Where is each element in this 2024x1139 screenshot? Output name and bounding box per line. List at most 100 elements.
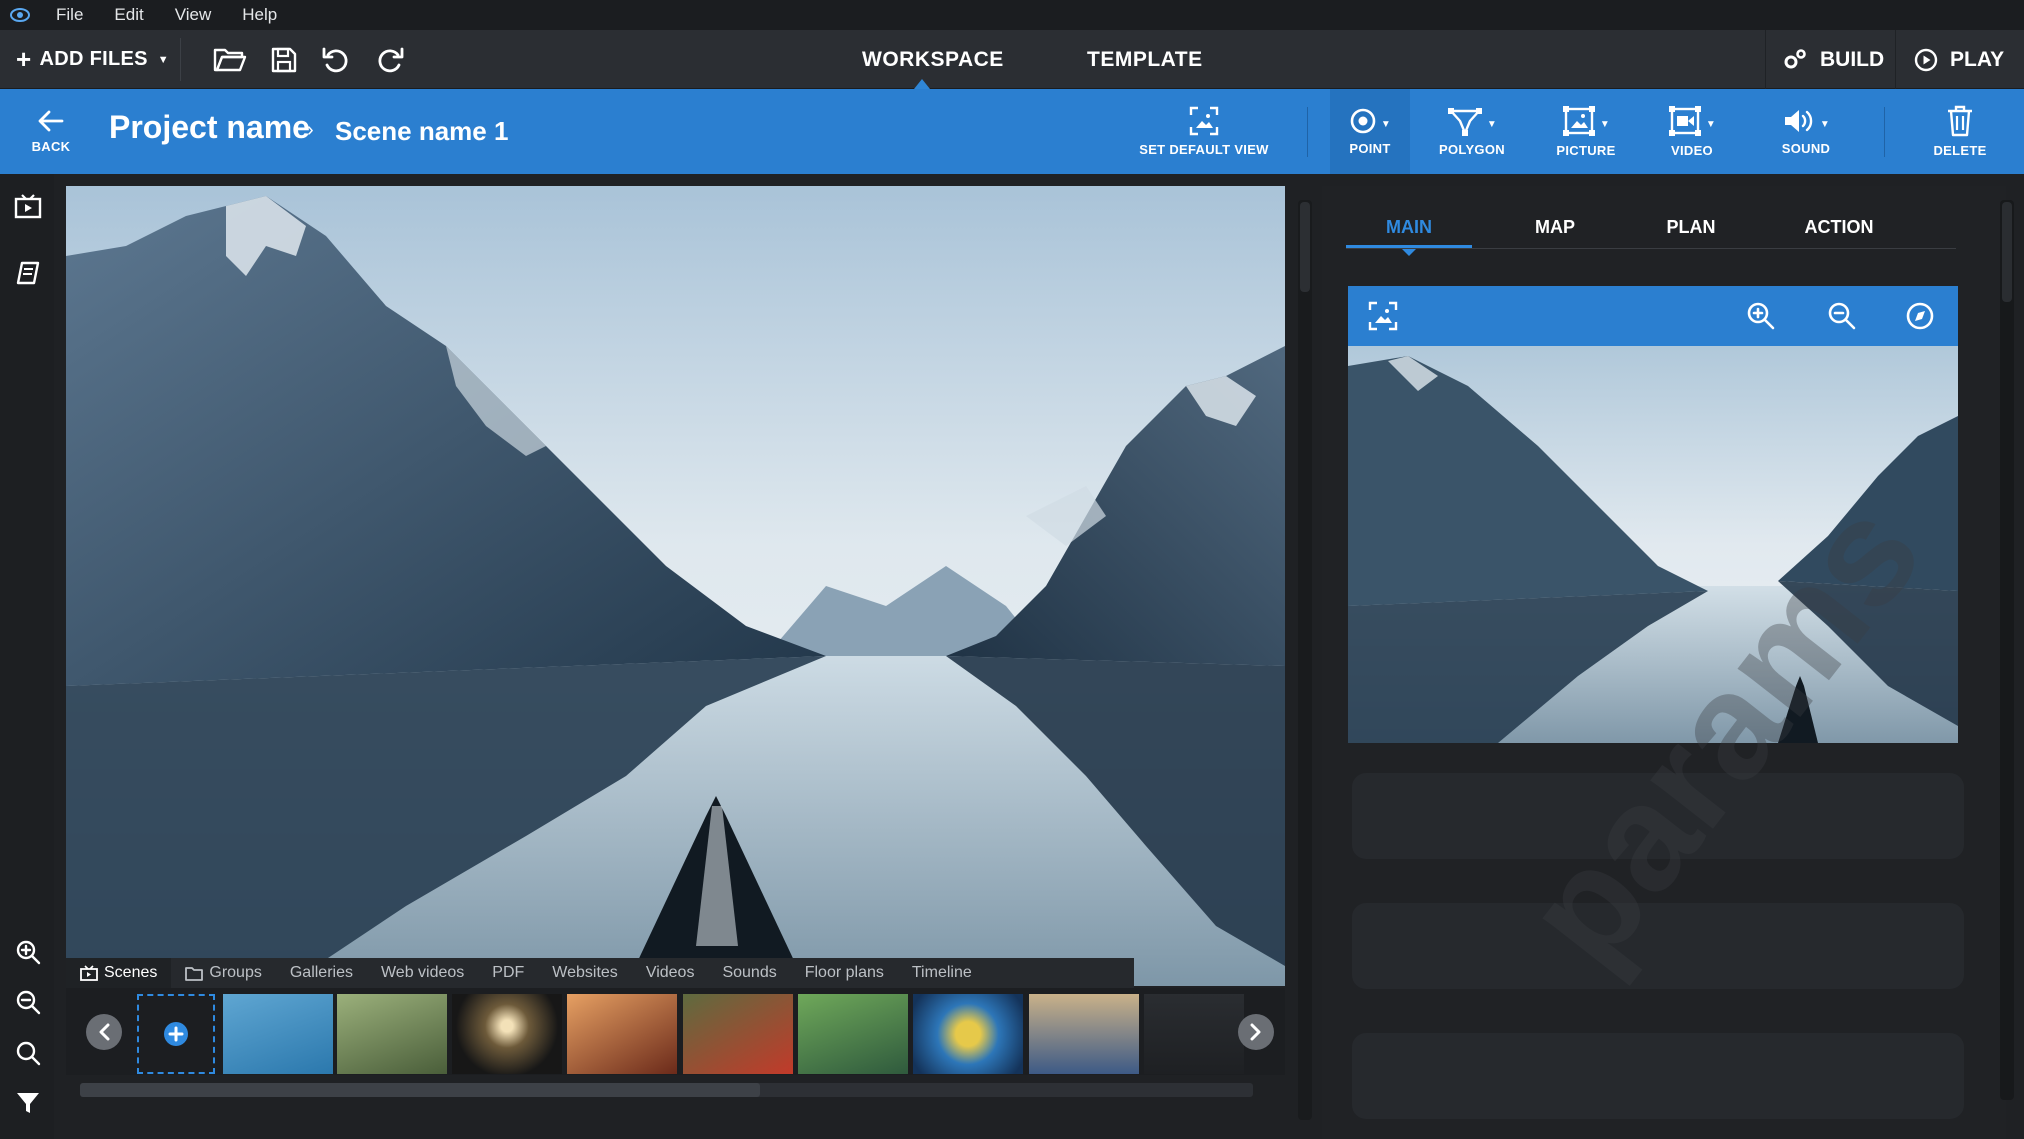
toolbar-divider: [180, 38, 181, 81]
scene-thumbnail[interactable]: [452, 994, 562, 1074]
property-slot: [1352, 773, 1964, 859]
compass-icon[interactable]: [1905, 301, 1935, 336]
chevron-right-icon: [1250, 1023, 1261, 1041]
scene-preview[interactable]: [1348, 346, 1958, 743]
zoom-out-icon[interactable]: [13, 987, 43, 1017]
panorama-viewport[interactable]: [66, 186, 1285, 986]
tab-map[interactable]: MAP: [1492, 206, 1618, 248]
tab-scenes[interactable]: Scenes: [66, 958, 172, 988]
tab-videos[interactable]: Videos: [632, 958, 709, 988]
tab-timeline[interactable]: Timeline: [898, 958, 986, 988]
scrollbar-thumb[interactable]: [80, 1083, 760, 1097]
scene-filmstrip: [66, 988, 1285, 1075]
chevron-left-icon: [99, 1023, 110, 1041]
picture-icon: [1562, 106, 1595, 136]
set-default-view-label: SET DEFAULT VIEW: [1139, 142, 1269, 157]
menu-view[interactable]: View: [159, 0, 227, 30]
scene-thumbnail[interactable]: [1029, 994, 1139, 1074]
tab-floor-plans[interactable]: Floor plans: [791, 958, 898, 988]
set-default-view-button[interactable]: SET DEFAULT VIEW: [1130, 89, 1278, 174]
tab-web-videos[interactable]: Web videos: [367, 958, 478, 988]
scene-thumbnail[interactable]: [798, 994, 908, 1074]
book-icon[interactable]: [13, 258, 43, 288]
folder-icon: [185, 966, 204, 981]
menu-edit[interactable]: Edit: [98, 0, 158, 30]
search-icon[interactable]: [13, 1038, 43, 1068]
delete-label: DELETE: [1933, 143, 1987, 158]
tab-underline: [1346, 248, 1956, 249]
add-scene-button[interactable]: [137, 994, 215, 1074]
tab-galleries[interactable]: Galleries: [276, 958, 367, 988]
scene-thumbnail[interactable]: [1144, 994, 1244, 1074]
tab-main[interactable]: MAIN: [1346, 206, 1472, 248]
plus-circle-icon: [164, 1022, 188, 1046]
preview-toolbar: [1348, 286, 1958, 346]
tab-sounds[interactable]: Sounds: [708, 958, 790, 988]
properties-panel: MAIN MAP PLAN ACTION: [1322, 186, 2006, 1139]
scroll-right-button[interactable]: [1238, 1014, 1274, 1050]
tab-pdf[interactable]: PDF: [478, 958, 538, 988]
target-point-icon: [1350, 108, 1376, 134]
tab-action[interactable]: ACTION: [1776, 206, 1902, 248]
menu-help[interactable]: Help: [226, 0, 292, 30]
chevron-down-icon: ▼: [1380, 118, 1392, 130]
frame-image-icon[interactable]: [1368, 301, 1398, 336]
scenes-panel-icon[interactable]: [13, 191, 43, 221]
tool-video[interactable]: ▼ VIDEO: [1652, 89, 1732, 174]
tab-label: Scenes: [104, 964, 158, 981]
scene-toolbar: BACK Project name › Scene name 1 SET DEF…: [0, 89, 2024, 174]
folder-open-icon[interactable]: [212, 42, 248, 78]
tab-label: Groups: [209, 964, 262, 981]
tab-plan[interactable]: PLAN: [1628, 206, 1754, 248]
chevron-down-icon: ▼: [1599, 118, 1611, 130]
arrow-left-icon: [38, 110, 64, 132]
undo-icon[interactable]: [318, 42, 354, 78]
left-rail: [0, 174, 54, 1139]
tab-groups[interactable]: Groups: [171, 958, 275, 988]
back-button[interactable]: BACK: [22, 89, 80, 174]
tool-sound[interactable]: ▼ SOUND: [1766, 89, 1846, 174]
delete-button[interactable]: DELETE: [1920, 89, 2000, 174]
breadcrumb-separator: ›: [307, 119, 314, 141]
filter-icon[interactable]: [13, 1088, 43, 1118]
zoom-out-icon[interactable]: [1827, 301, 1857, 336]
scene-thumbnail[interactable]: [683, 994, 793, 1074]
tool-label: VIDEO: [1671, 143, 1713, 158]
panel-scrollbar[interactable]: [2000, 200, 2014, 1100]
save-icon[interactable]: [266, 42, 302, 78]
toolbar-divider: [1884, 107, 1885, 157]
tool-label: SOUND: [1781, 141, 1831, 156]
breadcrumb-scene[interactable]: Scene name 1: [335, 116, 508, 147]
menu-file[interactable]: File: [40, 0, 98, 30]
scrollbar-thumb[interactable]: [1300, 202, 1310, 292]
tool-picture[interactable]: ▼ PICTURE: [1544, 89, 1628, 174]
scene-thumbnail[interactable]: [223, 994, 333, 1074]
tool-polygon[interactable]: ▼ POLYGON: [1432, 89, 1512, 174]
breadcrumb-project[interactable]: Project name: [109, 109, 310, 146]
build-button[interactable]: BUILD: [1782, 30, 1884, 89]
video-icon: [1668, 106, 1701, 136]
play-button[interactable]: PLAY: [1914, 30, 2004, 89]
toolbar-divider: [1307, 107, 1308, 157]
tool-point[interactable]: ▼ POINT: [1330, 89, 1410, 174]
preview-image: [1348, 346, 1958, 743]
scene-thumbnail[interactable]: [913, 994, 1023, 1074]
zoom-in-icon[interactable]: [13, 937, 43, 967]
add-files-button[interactable]: + ADD FILES ▼: [16, 30, 169, 89]
zoom-in-icon[interactable]: [1746, 301, 1776, 336]
gears-icon: [1784, 48, 1806, 68]
scene-thumbnail[interactable]: [567, 994, 677, 1074]
toolbar-divider: [1895, 30, 1896, 89]
chevron-down-icon: ▼: [1705, 118, 1717, 130]
filmstrip-scrollbar[interactable]: [80, 1083, 1253, 1097]
scrollbar-thumb[interactable]: [2002, 202, 2012, 302]
viewport-scrollbar[interactable]: [1298, 200, 1312, 1120]
tab-workspace[interactable]: WORKSPACE: [862, 30, 1004, 89]
redo-icon[interactable]: [372, 42, 408, 78]
asset-tabs: Scenes Groups Galleries Web videos PDF W…: [66, 958, 1134, 988]
tab-template[interactable]: TEMPLATE: [1087, 30, 1203, 89]
scene-thumbnail[interactable]: [337, 994, 447, 1074]
active-mode-indicator: [914, 79, 930, 89]
scroll-left-button[interactable]: [86, 1014, 122, 1050]
tab-websites[interactable]: Websites: [538, 958, 632, 988]
